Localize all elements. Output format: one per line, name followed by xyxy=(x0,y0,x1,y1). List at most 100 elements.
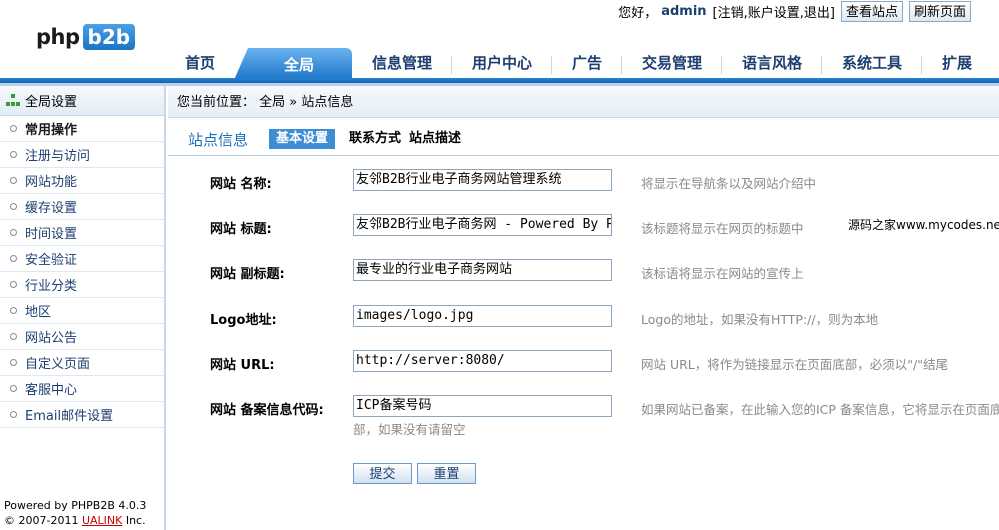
bullet-icon xyxy=(10,203,17,210)
nav-item-language-style[interactable]: 语言风格 xyxy=(730,48,814,78)
logo-url-input[interactable]: images/logo.jpg xyxy=(353,305,612,327)
sidebar-item-common[interactable]: 常用操作 xyxy=(0,116,164,142)
site-subtitle-input[interactable]: 最专业的行业电子商务网站 xyxy=(353,259,612,281)
sidebar-item-region[interactable]: 地区 xyxy=(0,298,164,324)
nav-separator xyxy=(921,56,922,74)
sidebar-menu: 常用操作 注册与访问 网站功能 缓存设置 时间设置 安全验证 行业分类 地区 网… xyxy=(0,116,164,428)
site-name-hint: 将显示在导航条以及网站介绍中 xyxy=(641,176,817,191)
logo-url-hint: Logo的地址，如果没有HTTP://，则为本地 xyxy=(641,312,879,327)
sidebar-header: 全局设置 xyxy=(0,86,164,116)
site-url-input[interactable]: http://server:8080/ xyxy=(353,350,612,372)
sidebar-item-announcement[interactable]: 网站公告 xyxy=(0,324,164,350)
site-title-input[interactable]: 友邻B2B行业电子商务网 - Powered By PH xyxy=(353,214,612,236)
bullet-icon xyxy=(10,385,17,392)
sidebar: 全局设置 常用操作 注册与访问 网站功能 缓存设置 时间设置 安全验证 行业分类… xyxy=(0,86,166,530)
nav-item-user-center[interactable]: 用户中心 xyxy=(460,48,544,78)
main-nav: 首页 全局 信息管理 用户中心 广告 交易管理 语言风格 系统工具 扩展 xyxy=(0,48,999,80)
sidebar-item-label: 网站功能 xyxy=(25,175,78,190)
app-window: php b2b 您好， admin [注销,账户设置,退出] 查看站点 刷新页面… xyxy=(0,0,999,530)
sidebar-item-label: 注册与访问 xyxy=(25,149,91,164)
nav-item-trade-management[interactable]: 交易管理 xyxy=(630,48,714,78)
sidebar-item-label: 安全验证 xyxy=(25,253,78,268)
nav-separator xyxy=(821,56,822,74)
site-subtitle-hint: 该标语将显示在网站的宣传上 xyxy=(641,266,804,281)
sidebar-item-label: 时间设置 xyxy=(25,227,78,242)
sidebar-title: 全局设置 xyxy=(25,95,78,110)
header: php b2b 您好， admin [注销,账户设置,退出] 查看站点 刷新页面… xyxy=(0,0,999,86)
form-row-site-name: 网站 名称: 友邻B2B行业电子商务网站管理系统 将显示在导航条以及网站介绍中 xyxy=(168,169,999,193)
form-row-icp: 网站 备案信息代码: ICP备案号码 如果网站已备案，在此输入您的ICP 备案信… xyxy=(168,395,999,437)
bullet-icon xyxy=(10,281,17,288)
sidebar-item-label: 地区 xyxy=(25,305,52,320)
nav-item-system-tools[interactable]: 系统工具 xyxy=(830,48,914,78)
bullet-icon xyxy=(10,125,17,132)
sitemap-icon xyxy=(6,93,20,108)
form-row-site-url: 网站 URL: http://server:8080/ 网站 URL，将作为链接… xyxy=(168,350,999,374)
bullet-icon xyxy=(10,333,17,340)
sidebar-item-custom-page[interactable]: 自定义页面 xyxy=(0,350,164,376)
sidebar-item-industry[interactable]: 行业分类 xyxy=(0,272,164,298)
tab-basic-settings[interactable]: 基本设置 xyxy=(269,129,336,149)
sidebar-item-service-center[interactable]: 客服中心 xyxy=(0,376,164,402)
site-title-label: 网站 标题: xyxy=(210,222,272,237)
icp-hint-continued: 部，如果没有请留空 xyxy=(353,422,466,437)
sidebar-item-register[interactable]: 注册与访问 xyxy=(0,142,164,168)
sidebar-item-time[interactable]: 时间设置 xyxy=(0,220,164,246)
logo-php-text: php xyxy=(36,25,80,49)
site-url-hint: 网站 URL，将作为链接显示在页面底部，必须以"/"结尾 xyxy=(641,357,948,372)
sidebar-item-site-features[interactable]: 网站功能 xyxy=(0,168,164,194)
sidebar-item-label: 常用操作 xyxy=(25,123,78,138)
icp-input[interactable]: ICP备案号码 xyxy=(353,395,612,417)
ualink-link[interactable]: UALINK xyxy=(82,514,122,527)
icp-label: 网站 备案信息代码: xyxy=(210,403,324,418)
breadcrumb: 您当前位置： 全局 » 站点信息 xyxy=(168,86,999,118)
watermark-text: 源码之家www.mycodes.net xyxy=(848,218,999,232)
site-title-hint: 该标题将显示在网页的标题中 xyxy=(641,221,804,236)
bullet-icon xyxy=(10,359,17,366)
nav-item-ads[interactable]: 广告 xyxy=(560,48,614,78)
powered-by-text: Powered by PHPB2B 4.0.3 xyxy=(4,499,147,512)
bullet-icon xyxy=(10,177,17,184)
bullet-icon xyxy=(10,255,17,262)
site-name-input[interactable]: 友邻B2B行业电子商务网站管理系统 xyxy=(353,169,612,191)
tab-site-description[interactable]: 站点描述 xyxy=(402,129,468,149)
nav-item-global-label: 全局 xyxy=(283,56,314,74)
bullet-icon xyxy=(10,411,17,418)
sidebar-item-label: 客服中心 xyxy=(25,383,78,398)
refresh-page-button[interactable]: 刷新页面 xyxy=(908,0,971,22)
account-links[interactable]: [注销,账户设置,退出] xyxy=(713,2,835,21)
site-name-label: 网站 名称: xyxy=(210,177,272,192)
sidebar-item-email[interactable]: Email邮件设置 xyxy=(0,402,164,428)
bullet-icon xyxy=(10,307,17,314)
nav-item-home[interactable]: 首页 xyxy=(170,48,230,78)
sidebar-item-label: 行业分类 xyxy=(25,279,78,294)
section-title: 站点信息 xyxy=(188,131,249,149)
username: admin xyxy=(661,3,707,19)
sidebar-item-security[interactable]: 安全验证 xyxy=(0,246,164,272)
site-url-label: 网站 URL: xyxy=(210,358,275,373)
sidebar-footer: Powered by PHPB2B 4.0.3 © 2007-2011 UALI… xyxy=(4,498,146,528)
logo-b2b-badge: b2b xyxy=(82,24,136,50)
user-toolbar: 您好， admin [注销,账户设置,退出] 查看站点 刷新页面 xyxy=(618,0,971,22)
logo-url-label: Logo地址: xyxy=(210,313,277,328)
sidebar-item-cache[interactable]: 缓存设置 xyxy=(0,194,164,220)
icp-hint: 如果网站已备案，在此输入您的ICP 备案信息，它将显示在页面底 xyxy=(641,402,999,417)
main-content: 您当前位置： 全局 » 站点信息 站点信息 基本设置 联系方式 站点描述 网站 … xyxy=(168,86,999,530)
nav-separator xyxy=(551,56,552,74)
section-header: 站点信息 基本设置 联系方式 站点描述 xyxy=(168,126,999,156)
copyright-text: © 2007-2011 UALINK Inc. xyxy=(4,514,146,527)
tab-contact-info[interactable]: 联系方式 xyxy=(342,129,408,149)
bullet-icon xyxy=(10,229,17,236)
view-site-button[interactable]: 查看站点 xyxy=(840,0,903,22)
submit-button[interactable]: 提交 xyxy=(353,463,412,484)
nav-separator xyxy=(621,56,622,74)
nav-item-global-active[interactable]: 全局 xyxy=(234,48,352,80)
sidebar-item-label: 自定义页面 xyxy=(25,357,91,372)
form-row-logo-url: Logo地址: images/logo.jpg Logo的地址，如果没有HTTP… xyxy=(168,305,999,329)
sidebar-item-label: 网站公告 xyxy=(25,331,78,346)
nav-separator xyxy=(451,56,452,74)
nav-item-extensions[interactable]: 扩展 xyxy=(930,48,984,78)
bullet-icon xyxy=(10,151,17,158)
nav-item-info-management[interactable]: 信息管理 xyxy=(360,48,444,78)
reset-button[interactable]: 重置 xyxy=(417,463,476,484)
